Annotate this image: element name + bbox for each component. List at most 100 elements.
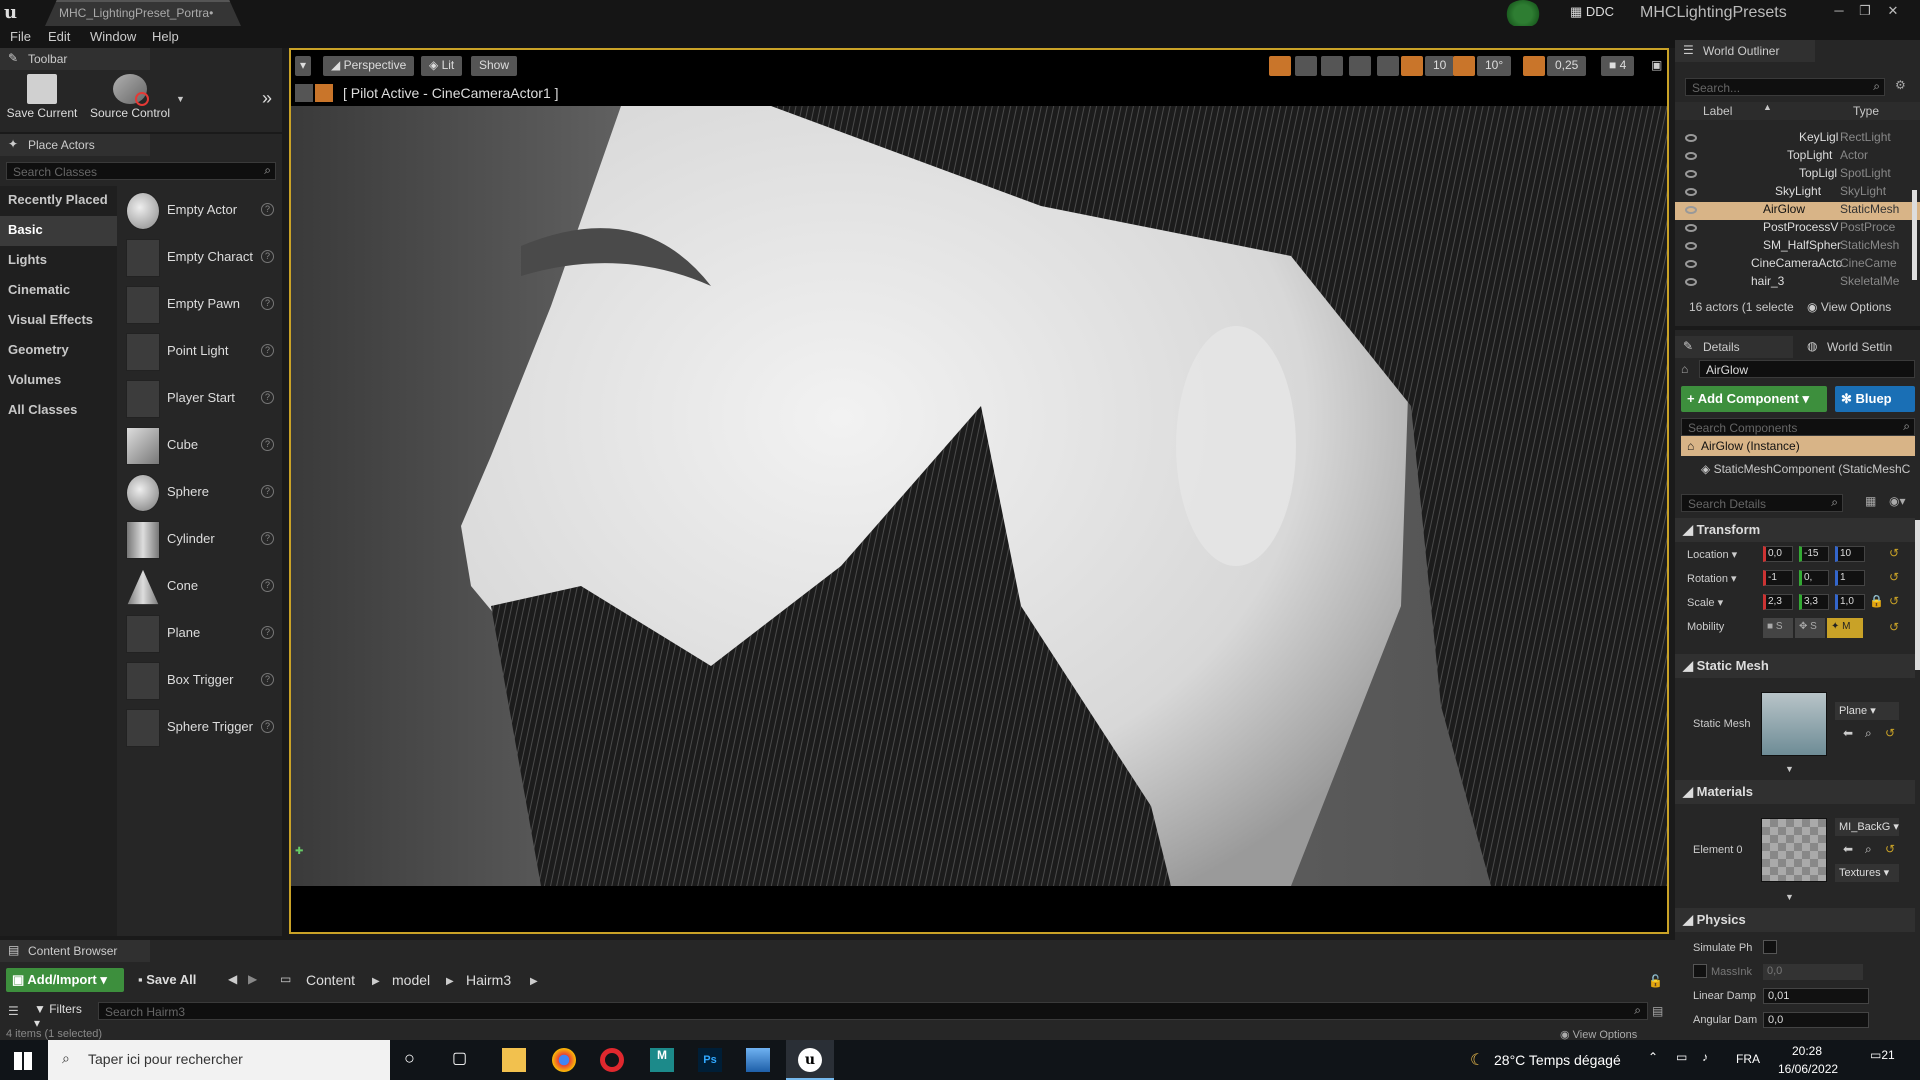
actor-empty-character[interactable]: Empty Charact? <box>122 235 280 281</box>
outliner-row[interactable]: TopLigl SpotLight <box>1675 166 1920 184</box>
location-z-input[interactable]: 10 <box>1835 546 1865 562</box>
notifications-button[interactable]: ▭21 <box>1870 1048 1904 1072</box>
location-y-input[interactable]: -15 <box>1799 546 1829 562</box>
toolbar-tab[interactable]: ✎ Toolbar <box>0 48 150 70</box>
source-control-status-icon[interactable] <box>1505 0 1541 28</box>
actor-plane[interactable]: Plane? <box>122 611 280 657</box>
forward-arrow-icon[interactable]: ▶ <box>248 972 257 986</box>
back-arrow-icon[interactable]: ◀ <box>228 972 237 986</box>
category-all-classes[interactable]: All Classes <box>0 396 117 426</box>
volume-icon[interactable]: ♪ <box>1702 1050 1708 1064</box>
maximize-viewport-icon[interactable]: ▣ <box>1651 58 1662 72</box>
breadcrumb-separator-icon[interactable]: ▶ <box>372 976 380 987</box>
expand-arrow-icon[interactable]: ▼ <box>1785 764 1794 774</box>
clock-date[interactable]: 16/06/2022 <box>1778 1062 1838 1076</box>
sources-toggle-icon[interactable]: ☰ <box>8 1004 19 1018</box>
help-icon[interactable]: ? <box>261 203 274 216</box>
source-control-dropdown-icon[interactable]: ▼ <box>176 94 185 104</box>
textures-combo[interactable]: Textures ▾ <box>1835 864 1899 882</box>
mobility-stationary-toggle[interactable]: ✥ S <box>1795 618 1825 638</box>
help-icon[interactable]: ? <box>261 485 274 498</box>
breadcrumb-separator-icon[interactable]: ▶ <box>446 976 454 987</box>
reset-icon[interactable]: ↺ <box>1885 726 1895 740</box>
weather-icon[interactable]: ☾ <box>1470 1050 1484 1070</box>
category-lights[interactable]: Lights <box>0 246 117 276</box>
surface-snap-icon[interactable] <box>1377 56 1399 76</box>
menu-window[interactable]: Window <box>90 29 136 44</box>
help-icon[interactable]: ? <box>261 438 274 451</box>
help-icon[interactable]: ? <box>261 579 274 592</box>
outliner-row[interactable]: SkyLight SkyLight <box>1675 184 1920 202</box>
actor-empty-pawn[interactable]: Empty Pawn? <box>122 282 280 328</box>
place-actors-tab[interactable]: ✦ Place Actors <box>0 134 150 156</box>
actor-cone[interactable]: Cone? <box>122 564 280 610</box>
rotation-snap-value[interactable]: 10° <box>1477 56 1512 76</box>
help-icon[interactable]: ? <box>261 297 274 310</box>
maya-icon[interactable]: M <box>650 1048 674 1072</box>
grid-snap-icon[interactable] <box>1401 56 1423 76</box>
material-combo[interactable]: MI_BackG ▾ <box>1835 818 1899 836</box>
rotation-z-input[interactable]: 1 <box>1835 570 1865 586</box>
outliner-row[interactable]: hair_3 SkeletalMe <box>1675 274 1920 292</box>
weather-text[interactable]: 28°C Temps dégagé <box>1494 1052 1621 1068</box>
task-view-icon[interactable]: ▢ <box>452 1048 467 1068</box>
help-icon[interactable]: ? <box>261 250 274 263</box>
level-viewport[interactable]: ▾ ◢ Perspective ◈ Lit Show 10 10° 0,25 ■… <box>289 48 1669 934</box>
category-cinematic[interactable]: Cinematic <box>0 276 117 306</box>
browse-icon[interactable]: ⌕ <box>1865 726 1872 741</box>
actor-cylinder[interactable]: Cylinder? <box>122 517 280 563</box>
mobility-movable-toggle[interactable]: ✦ M <box>1827 618 1863 638</box>
outliner-search-input[interactable]: Search... ⌕ <box>1685 78 1885 96</box>
actor-empty-actor[interactable]: Empty Actor? <box>122 188 280 234</box>
breadcrumb-model[interactable]: model <box>392 972 430 988</box>
col-type[interactable]: Type <box>1853 104 1879 118</box>
visibility-eye-icon[interactable] <box>1685 278 1697 286</box>
visibility-eye-icon[interactable] <box>1685 170 1697 178</box>
camera-speed-button[interactable]: ■ 4 <box>1601 56 1635 76</box>
windows-start-icon[interactable] <box>14 1052 32 1070</box>
expand-arrow-icon[interactable]: ▼ <box>1785 892 1794 902</box>
location-label[interactable]: Location ▾ <box>1687 548 1737 561</box>
help-icon[interactable]: ? <box>261 391 274 404</box>
reset-icon[interactable]: ↺ <box>1889 620 1899 634</box>
visibility-eye-icon[interactable] <box>1685 188 1697 196</box>
unreal-taskbar-button[interactable]: u <box>786 1040 834 1080</box>
use-selected-icon[interactable]: ⬅ <box>1843 842 1853 856</box>
show-button[interactable]: Show <box>471 56 518 76</box>
browse-icon[interactable]: ⌕ <box>1865 842 1872 857</box>
outliner-row[interactable]: KeyLigl RectLight <box>1675 130 1920 148</box>
save-search-icon[interactable]: ▤ <box>1652 1004 1663 1018</box>
visibility-eye-icon[interactable] <box>1685 242 1697 250</box>
rotation-label[interactable]: Rotation ▾ <box>1687 572 1737 585</box>
content-browser-tab[interactable]: ▤ Content Browser <box>0 940 150 962</box>
search-components-input[interactable]: Search Components ⌕ <box>1681 418 1915 436</box>
visibility-eye-icon[interactable] <box>1685 224 1697 232</box>
simulate-physics-checkbox[interactable] <box>1763 940 1777 954</box>
save-current-button[interactable]: Save Current <box>6 72 78 136</box>
static-mesh-combo[interactable]: Plane ▾ <box>1835 702 1899 720</box>
category-visual-effects[interactable]: Visual Effects <box>0 306 117 336</box>
component-instance-row[interactable]: ⌂ AirGlow (Instance) <box>1681 436 1915 456</box>
filters-button[interactable]: ▼ Filters ▾ <box>30 1000 94 1030</box>
translate-tool-icon[interactable] <box>1269 56 1291 76</box>
scale-snap-icon[interactable] <box>1523 56 1545 76</box>
world-local-icon[interactable] <box>1349 56 1371 76</box>
mobility-static-toggle[interactable]: ■ S <box>1763 618 1793 638</box>
angular-damping-input[interactable]: 0,0 <box>1763 1012 1869 1028</box>
outliner-row[interactable]: PostProcessV PostProce <box>1675 220 1920 238</box>
taskbar-search-box[interactable]: ⌕ Taper ici pour rechercher <box>48 1040 390 1080</box>
linear-damping-input[interactable]: 0,01 <box>1763 988 1869 1004</box>
rotation-snap-icon[interactable] <box>1453 56 1475 76</box>
scale-x-input[interactable]: 2,3 <box>1763 594 1793 610</box>
rotation-y-input[interactable]: 0, <box>1799 570 1829 586</box>
world-settings-tab[interactable]: ◍ World Settin <box>1799 336 1920 358</box>
cortana-icon[interactable]: ○ <box>404 1048 415 1069</box>
save-all-button[interactable]: ▪ Save All <box>132 968 216 992</box>
property-matrix-icon[interactable]: ▦ <box>1865 494 1876 508</box>
visibility-eye-icon[interactable] <box>1685 260 1697 268</box>
category-geometry[interactable]: Geometry <box>0 336 117 366</box>
rotation-x-input[interactable]: -1 <box>1763 570 1793 586</box>
content-search-input[interactable]: Search Hairm3 ⌕ <box>98 1002 1648 1020</box>
search-classes-input[interactable]: Search Classes ⌕ <box>6 162 276 180</box>
static-mesh-thumbnail[interactable] <box>1761 692 1827 756</box>
